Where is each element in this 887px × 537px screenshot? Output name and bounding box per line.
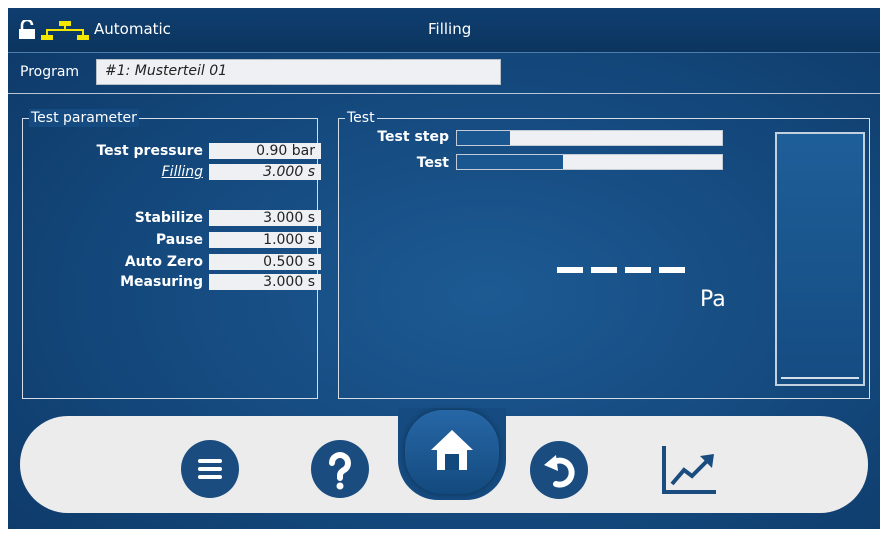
program-select-field[interactable]: #1: Musterteil 01 bbox=[96, 59, 501, 85]
gauge-baseline bbox=[781, 377, 859, 379]
param-value-filling: 3.000 s bbox=[209, 164, 321, 180]
reading-dash bbox=[557, 267, 583, 273]
mode-label: Automatic bbox=[94, 20, 171, 38]
reading-unit: Pa bbox=[700, 287, 726, 312]
param-value-stabilize: 3.000 s bbox=[209, 210, 321, 226]
test-parameter-panel: Test parameter Test pressure 0.90 bar Fi… bbox=[22, 109, 321, 399]
test-title: Test bbox=[345, 109, 377, 127]
trend-chart-icon bbox=[662, 446, 716, 494]
menu-icon bbox=[198, 459, 222, 479]
home-icon bbox=[431, 430, 473, 470]
test-parameter-title: Test parameter bbox=[29, 109, 139, 127]
param-value-pause: 1.000 s bbox=[209, 232, 321, 248]
param-value-test-pressure: 0.90 bar bbox=[209, 143, 321, 159]
reading-dash bbox=[625, 267, 651, 273]
test-panel: Test Test step Test Pa bbox=[338, 109, 870, 399]
main-screen: Automatic Filling Program #1: Musterteil… bbox=[8, 8, 880, 529]
program-label: Program bbox=[20, 64, 80, 80]
reading-display bbox=[557, 267, 685, 273]
header-divider bbox=[8, 93, 880, 94]
param-value-measuring: 3.000 s bbox=[209, 274, 321, 290]
test-progress-bar bbox=[456, 154, 723, 170]
param-label-filling-link[interactable]: Filling bbox=[162, 164, 203, 180]
pressure-gauge-bar bbox=[775, 132, 865, 386]
home-button[interactable] bbox=[405, 410, 499, 494]
menu-button[interactable] bbox=[181, 440, 239, 498]
param-label-stabilize: Stabilize bbox=[134, 210, 203, 226]
back-button[interactable] bbox=[530, 441, 588, 499]
test-step-progress-bar bbox=[456, 130, 723, 146]
param-label-pause: Pause bbox=[155, 232, 203, 248]
padlock-open-icon[interactable] bbox=[18, 18, 36, 44]
test-label: Test bbox=[416, 155, 449, 171]
param-value-auto-zero: 0.500 s bbox=[209, 254, 321, 270]
help-icon bbox=[329, 452, 351, 490]
reading-dash bbox=[659, 267, 685, 273]
reading-dash bbox=[591, 267, 617, 273]
undo-icon bbox=[544, 455, 575, 488]
help-button[interactable] bbox=[311, 440, 369, 498]
test-progress-fill bbox=[457, 155, 563, 169]
network-icon bbox=[41, 21, 89, 45]
test-step-label: Test step bbox=[377, 129, 449, 145]
trend-chart-button[interactable] bbox=[658, 440, 720, 498]
param-label-test-pressure: Test pressure bbox=[96, 143, 203, 159]
page-title: Filling bbox=[428, 20, 472, 38]
top-bar: Automatic Filling bbox=[8, 8, 880, 53]
test-step-progress-fill bbox=[457, 131, 510, 145]
param-label-measuring: Measuring bbox=[120, 274, 203, 290]
param-label-auto-zero: Auto Zero bbox=[124, 254, 203, 270]
